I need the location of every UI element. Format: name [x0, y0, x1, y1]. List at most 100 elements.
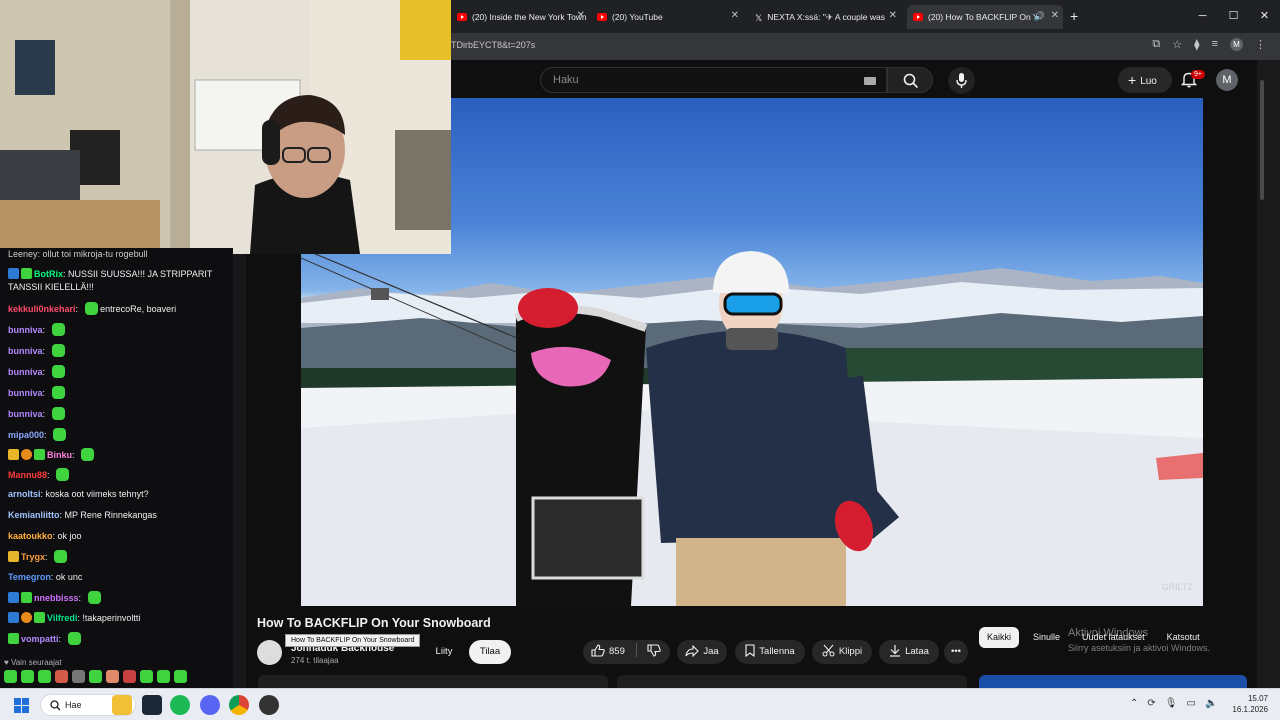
download-label: Lataa [905, 646, 929, 657]
emote-icon[interactable] [55, 670, 68, 683]
emote-icon[interactable] [106, 670, 119, 683]
volume-icon[interactable]: 🔈 [1205, 698, 1217, 709]
chat-username[interactable]: kaatoukko [8, 531, 53, 541]
emote-icon[interactable] [123, 670, 136, 683]
maximize-button[interactable]: ☐ [1218, 0, 1249, 33]
emote-icon[interactable] [157, 670, 170, 683]
chat-username[interactable]: bunniva [8, 388, 43, 398]
emote-icon[interactable] [21, 670, 34, 683]
new-tab-button[interactable]: + [1070, 8, 1078, 24]
spotify-icon[interactable] [170, 695, 190, 715]
extensions-icon[interactable]: ⧫ [1194, 38, 1199, 51]
recommended-video-thumbnail[interactable] [979, 675, 1247, 688]
cast-icon[interactable]: ⧉ [1152, 38, 1160, 51]
emote-icon[interactable] [38, 670, 51, 683]
subscriber-count: 274 t. tilaajaa [291, 656, 339, 665]
notifications-badge: 9+ [1191, 70, 1205, 79]
emote-icon[interactable] [72, 670, 85, 683]
like-dislike-group: 859 [583, 640, 670, 664]
share-icon [685, 644, 700, 658]
close-icon[interactable]: ✕ [1051, 10, 1059, 21]
thumbs-down-icon[interactable] [647, 644, 661, 657]
chat-username[interactable]: bunniva [8, 346, 43, 356]
search-button[interactable] [887, 67, 933, 93]
obs-icon[interactable] [259, 695, 279, 715]
chat-username[interactable]: vompatti [21, 634, 59, 644]
chat-message: kaatoukko: ok joo [8, 531, 82, 541]
sync-icon[interactable]: ⟳ [1147, 698, 1155, 709]
like-count[interactable]: 859 [609, 646, 625, 657]
browser-tab[interactable]: (20) YouTube ✕ [591, 5, 743, 29]
tab-title: (20) YouTube [612, 12, 663, 22]
chat-username[interactable]: arnoltsi [8, 489, 41, 499]
clip-button[interactable]: Klippi [812, 640, 872, 664]
emote-icon[interactable] [4, 670, 17, 683]
share-button[interactable]: Jaa [677, 640, 727, 664]
close-icon[interactable]: ✕ [731, 10, 739, 21]
windows-taskbar: Hae ⌃ ⟳ 🎙 ▭ 🔈 15.07 16.1.2026 [0, 688, 1280, 720]
create-label: Luo [1140, 76, 1157, 87]
profile-avatar[interactable]: M [1230, 38, 1243, 51]
join-button[interactable]: Liity [427, 640, 461, 664]
discord-icon[interactable] [200, 695, 220, 715]
more-actions-button[interactable]: ••• [944, 640, 968, 664]
clock[interactable]: 15.07 16.1.2026 [1228, 693, 1268, 715]
microphone-icon[interactable]: 🎙 [1165, 698, 1178, 709]
chat-username[interactable]: bunniva [8, 325, 43, 335]
subscribe-button[interactable]: Tilaa [469, 640, 511, 664]
chat-username[interactable]: Trygx [21, 552, 45, 562]
emote-icon[interactable] [140, 670, 153, 683]
chip-for-you[interactable]: Sinulle [1025, 627, 1068, 648]
chat-username[interactable]: Vilfredi [47, 613, 77, 623]
chat-message-continued: TANSSII KIELELLÄ!!! [8, 282, 94, 292]
chat-username[interactable]: Mannu88 [8, 470, 47, 480]
url-text[interactable]: TDirbEYCT8&t=207s [451, 40, 535, 50]
close-window-button[interactable]: ✕ [1249, 0, 1280, 33]
media-icon[interactable]: ≡ [1212, 38, 1218, 51]
file-explorer-icon[interactable] [112, 695, 132, 715]
create-button[interactable]: + Luo [1118, 67, 1172, 93]
menu-kebab-icon[interactable]: ⋮ [1255, 38, 1266, 51]
keyboard-icon[interactable] [864, 77, 876, 85]
chat-username[interactable]: Binku [47, 450, 72, 460]
save-button[interactable]: Tallenna [735, 640, 805, 664]
network-icon[interactable]: ▭ [1186, 698, 1195, 709]
channel-avatar[interactable] [257, 640, 282, 665]
share-label: Jaa [703, 646, 719, 657]
thumbs-up-icon[interactable] [591, 644, 605, 657]
youtube-avatar[interactable]: M [1216, 69, 1238, 91]
badge-icon [34, 449, 45, 460]
voice-search-button[interactable] [948, 67, 975, 94]
chip-all[interactable]: Kaikki [979, 627, 1020, 648]
chat-username[interactable]: bunniva [8, 409, 43, 419]
page-scrollbar[interactable] [1257, 60, 1280, 688]
chat-username[interactable]: BotRix [34, 269, 63, 279]
scrollbar-thumb[interactable] [1260, 80, 1264, 200]
chat-username[interactable]: kekkuli0nkehari [8, 304, 76, 314]
chat-username[interactable]: Temegron [8, 572, 51, 582]
chat-username[interactable]: nnebbisss [34, 593, 79, 603]
taskbar-search-label: Hae [65, 700, 82, 710]
steam-icon[interactable] [142, 695, 162, 715]
emote-icon[interactable] [174, 670, 187, 683]
close-icon[interactable]: ✕ [889, 10, 897, 21]
emote-icon[interactable] [89, 670, 102, 683]
chrome-icon[interactable] [229, 695, 249, 715]
address-bar[interactable]: TDirbEYCT8&t=207s ⧉ ☆ ⧫ ≡ M ⋮ [451, 33, 1280, 60]
chat-username[interactable]: mipa000 [8, 430, 44, 440]
bookmark-star-icon[interactable]: ☆ [1172, 38, 1182, 51]
chevron-up-icon[interactable]: ⌃ [1130, 698, 1138, 709]
download-button[interactable]: Lataa [879, 640, 939, 664]
chat-username[interactable]: bunniva [8, 367, 43, 377]
close-icon[interactable]: ✕ [577, 10, 585, 21]
speaker-icon[interactable]: 🔊 [1034, 11, 1045, 22]
windows-start-icon[interactable] [14, 698, 29, 713]
browser-tab-active[interactable]: (20) How To BACKFLIP On Y 🔊 ✕ [907, 5, 1063, 29]
browser-tab[interactable]: 𝕏 NEXTA X:ssä: "✈ A couple was ✕ [749, 5, 901, 29]
browser-tab[interactable]: (20) Inside the New York Town ✕ [451, 5, 589, 29]
badge-icon [34, 612, 45, 623]
chat-username[interactable]: Kemianliitto [8, 510, 60, 520]
search-input[interactable]: Haku [540, 67, 887, 93]
chat-message: mipa000: [8, 428, 228, 442]
minimize-button[interactable]: ─ [1187, 0, 1218, 33]
